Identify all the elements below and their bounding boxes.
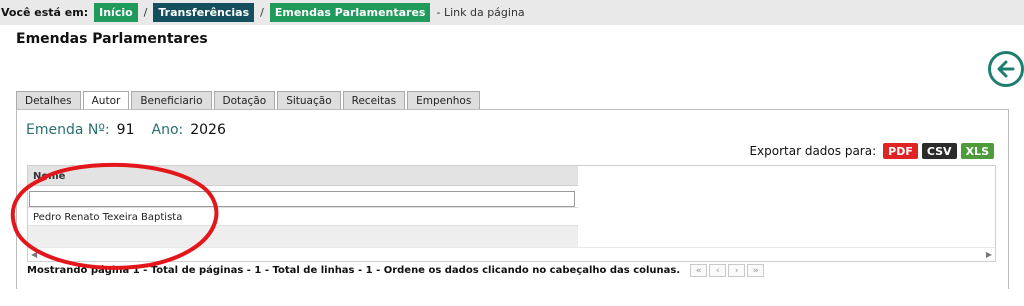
tab-dotacao[interactable]: Dotação xyxy=(213,91,276,109)
breadcrumb-separator: / xyxy=(260,6,264,19)
table-row[interactable]: Pedro Renato Texeira Baptista xyxy=(28,207,578,226)
emenda-number-value: 91 xyxy=(116,122,135,138)
export-csv-button[interactable]: CSV xyxy=(921,143,957,159)
breadcrumb-page-link-text: - Link da página xyxy=(436,6,525,19)
emenda-info: Emenda Nº: 91 Ano: 2026 xyxy=(26,122,236,138)
emenda-year-label: Ano: xyxy=(151,122,184,138)
nome-filter-input[interactable] xyxy=(29,190,575,207)
data-grid: Nome Pedro Renato Texeira Baptista ◀ ▶ xyxy=(27,165,996,262)
breadcrumb-separator: / xyxy=(143,6,148,19)
export-xls-button[interactable]: XLS xyxy=(960,143,994,159)
scroll-left-icon[interactable]: ◀ xyxy=(31,250,37,259)
column-header-nome[interactable]: Nome xyxy=(28,166,578,186)
breadcrumb-inicio-link[interactable]: Início xyxy=(94,3,138,22)
page-title: Emendas Parlamentares xyxy=(16,31,208,47)
pagination-status: Mostrando página 1 - Total de páginas - … xyxy=(27,265,681,276)
grid-empty-area xyxy=(28,226,578,248)
tab-autor[interactable]: Autor xyxy=(82,91,130,110)
scroll-right-icon[interactable]: ▶ xyxy=(986,250,992,259)
export-pdf-button[interactable]: PDF xyxy=(883,143,918,159)
first-page-button[interactable]: « xyxy=(690,264,708,277)
grid-table: Nome Pedro Renato Texeira Baptista xyxy=(28,166,578,248)
filter-row xyxy=(28,186,578,207)
horizontal-scrollbar[interactable]: ◀ ▶ xyxy=(28,247,995,261)
breadcrumb-emendas-link[interactable]: Emendas Parlamentares xyxy=(269,3,431,22)
tab-strip: Detalhes Autor Beneficiario Dotação Situ… xyxy=(16,91,482,110)
export-bar: Exportar dados para: PDF CSV XLS xyxy=(749,143,994,159)
tab-panel: Emenda Nº: 91 Ano: 2026 Exportar dados p… xyxy=(16,109,1009,289)
prev-page-button[interactable]: ‹ xyxy=(709,264,727,277)
tab-beneficiario[interactable]: Beneficiario xyxy=(131,91,212,109)
tab-situacao[interactable]: Situação xyxy=(277,91,341,109)
emenda-year-value: 2026 xyxy=(190,122,226,138)
breadcrumb-transferencias-link[interactable]: Transferências xyxy=(153,3,255,22)
breadcrumb-lead: Você está em: xyxy=(1,6,89,19)
arrow-left-circle-icon xyxy=(997,60,1015,78)
next-page-button[interactable]: › xyxy=(728,264,746,277)
back-button[interactable] xyxy=(988,51,1024,87)
emenda-number-label: Emenda Nº: xyxy=(26,122,110,138)
breadcrumb: Você está em: Início / Transferências / … xyxy=(0,0,1024,25)
export-label: Exportar dados para: xyxy=(749,144,877,158)
last-page-button[interactable]: » xyxy=(747,264,765,277)
tab-empenhos[interactable]: Empenhos xyxy=(407,91,481,109)
tab-detalhes[interactable]: Detalhes xyxy=(16,91,81,109)
grid-footer: Mostrando página 1 - Total de páginas - … xyxy=(27,264,765,277)
tab-receitas[interactable]: Receitas xyxy=(342,91,406,109)
pager: « ‹ › » xyxy=(690,264,765,277)
